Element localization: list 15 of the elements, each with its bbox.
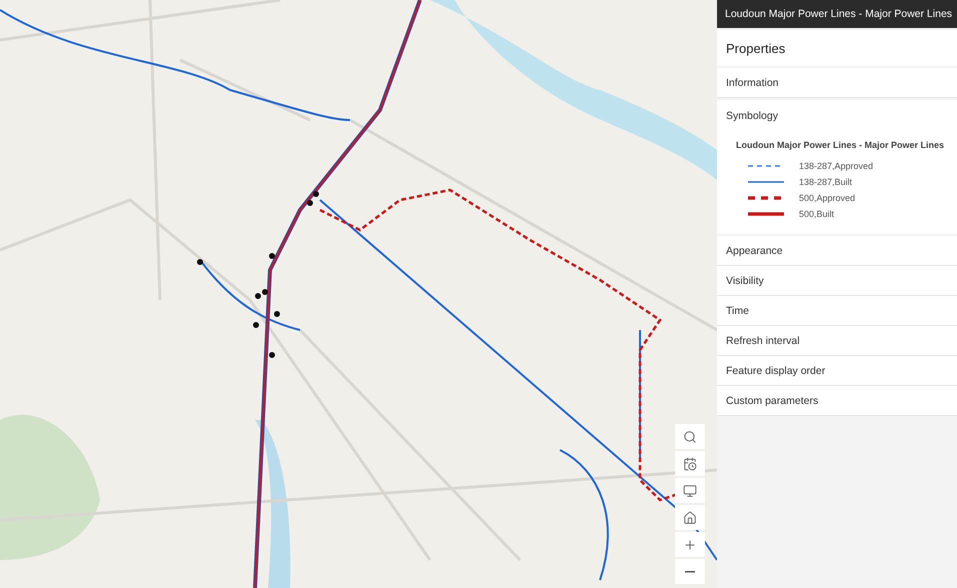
section-header[interactable]: Information (717, 68, 957, 98)
legend-label: 500,Approved (799, 193, 856, 203)
section-header[interactable]: Refresh interval (717, 326, 957, 356)
section-header[interactable]: Visibility (717, 266, 957, 296)
legend-label: 138-287,Approved (799, 161, 874, 171)
section-header[interactable]: Custom parameters (717, 386, 957, 416)
legend-label: 138-287,Built (799, 177, 852, 187)
section-header[interactable]: Symbology (717, 100, 957, 132)
section-header[interactable]: Time (717, 296, 957, 326)
panel-title: Loudoun Major Power Lines - Major Power Lines (717, 0, 957, 28)
section-header[interactable]: Appearance (717, 236, 957, 266)
panel-heading: Properties (717, 30, 957, 66)
section-header[interactable]: Feature display order (717, 356, 957, 386)
legend-title: Loudoun Major Power Lines - Major Power Lines (735, 139, 946, 152)
legend-label: 500,Built (799, 209, 834, 219)
